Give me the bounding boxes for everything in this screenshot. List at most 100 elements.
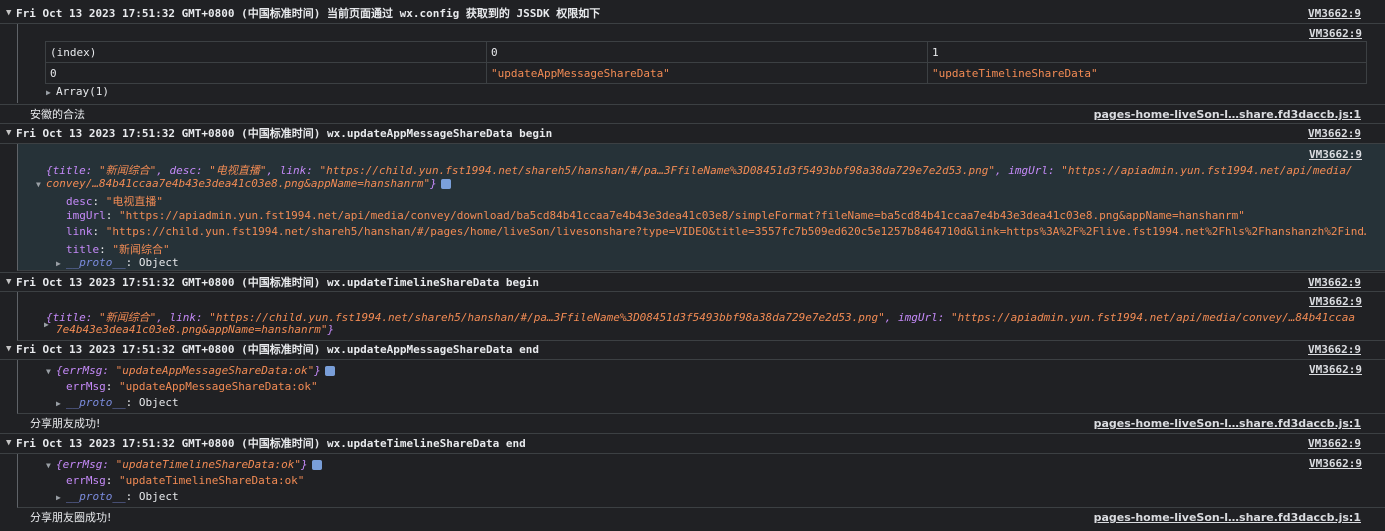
object-proto[interactable]: ▶ __proto__: Object (56, 256, 179, 269)
info-icon[interactable] (440, 179, 451, 189)
source-link[interactable]: VM3662:9 (1309, 457, 1362, 470)
proto-key: __proto__ (66, 256, 126, 269)
source-link[interactable]: VM3662:9 (1308, 273, 1361, 292)
property-key: errMsg (66, 474, 106, 487)
summary-value: convey/…84b41ccaa7e4b43e3dea41c03e8.png&… (46, 177, 431, 190)
object-property[interactable]: link: "https://child.yun.fst1994.net/sha… (66, 225, 1366, 238)
group-title: Fri Oct 13 2023 17:51:32 GMT+0800 (中国标准时… (16, 343, 539, 356)
summary-key: } (301, 458, 308, 471)
console-group-body: VM3662:9 ▼ {errMsg: "updateTimelineShareD… (17, 454, 1385, 508)
table-header-cell[interactable]: (index) (45, 41, 487, 63)
console-group-header[interactable]: ▼ Fri Oct 13 2023 17:51:32 GMT+0800 (中国标… (0, 4, 1385, 24)
console-group-body: VM3662:9 {title: "新闻综合", link: "https://… (17, 292, 1385, 341)
log-text: 安徽的合法 (30, 108, 85, 121)
table-header-row: (index) 0 1 (45, 41, 1367, 63)
summary-key: } (430, 177, 437, 190)
summary-key: } (327, 323, 335, 336)
property-value: "updateAppMessageShareData:ok" (119, 380, 318, 393)
summary-key: , imgUrl: (884, 311, 951, 324)
array-label: Array(1) (56, 85, 109, 98)
console-group-header[interactable]: ▼ Fri Oct 13 2023 17:51:32 GMT+0800 (中国标… (0, 340, 1385, 360)
triangle-down-icon[interactable]: ▼ (36, 180, 46, 189)
source-link[interactable]: pages-home-liveSon-l…share.fd3daccb.js:1 (1094, 414, 1361, 433)
table-row: 0 "updateAppMessageShareData" "updateTim… (45, 62, 1367, 84)
summary-key: , imgUrl: (994, 164, 1062, 177)
object-property[interactable]: errMsg: "updateAppMessageShareData:ok" (66, 380, 318, 393)
object-summary[interactable]: {title: "新闻综合", desc: "电视直播", link: "htt… (46, 162, 1353, 178)
source-link[interactable]: pages-home-liveSon-l…share.fd3daccb.js:1 (1094, 105, 1361, 124)
console-group-header[interactable]: ▼ Fri Oct 13 2023 17:51:32 GMT+0800 (中国标… (0, 272, 1385, 292)
property-key: link (66, 225, 93, 238)
property-value: "https://apiadmin.yun.fst1994.net/api/me… (119, 209, 1245, 222)
array-toggle[interactable]: ▶ Array(1) (46, 85, 109, 98)
triangle-down-icon[interactable]: ▼ (6, 434, 11, 453)
table-header-cell[interactable]: 0 (486, 41, 928, 63)
info-icon[interactable] (311, 460, 322, 470)
proto-value: Object (138, 256, 179, 269)
console-log-message: 分享朋友圈成功! pages-home-liveSon-l…share.fd3d… (0, 508, 1385, 528)
property-value: "新闻综合" (112, 243, 170, 256)
group-title: Fri Oct 13 2023 17:51:32 GMT+0800 (中国标准时… (16, 127, 553, 140)
object-property[interactable]: imgUrl: "https://apiadmin.yun.fst1994.ne… (66, 209, 1245, 222)
summary-value: "新闻综合" (98, 164, 157, 177)
triangle-down-icon[interactable]: ▼ (6, 273, 11, 292)
info-icon[interactable] (324, 366, 335, 376)
console-group-header[interactable]: ▼ Fri Oct 13 2023 17:51:32 GMT+0800 (中国标… (0, 434, 1385, 454)
triangle-right-icon[interactable]: ▶ (56, 259, 66, 268)
property-value: "updateTimelineShareData:ok" (119, 474, 305, 487)
property-value: "电视直播" (105, 195, 163, 208)
triangle-down-icon[interactable]: ▼ (6, 340, 11, 359)
object-property[interactable]: title: "新闻综合" (66, 241, 170, 257)
console-group-body: VM3662:9 {title: "新闻综合", desc: "电视直播", l… (17, 144, 1385, 271)
console-group-header[interactable]: ▼ Fri Oct 13 2023 17:51:32 GMT+0800 (中国标… (0, 124, 1385, 144)
triangle-right-icon[interactable]: ▶ (56, 399, 66, 408)
source-link[interactable]: VM3662:9 (1308, 4, 1361, 23)
summary-key: } (314, 364, 321, 377)
object-property[interactable]: errMsg: "updateTimelineShareData:ok" (66, 474, 304, 487)
property-key: desc (66, 195, 93, 208)
console-group-body: VM3662:9 ▼ {errMsg: "updateAppMessageShar… (17, 360, 1385, 414)
object-summary-continued[interactable]: 7e4b43e3dea41c03e8.png&appName=hanshanrm… (56, 323, 334, 336)
source-link[interactable]: VM3662:9 (1308, 434, 1361, 453)
group-title: Fri Oct 13 2023 17:51:32 GMT+0800 (中国标准时… (16, 437, 526, 450)
source-link[interactable]: VM3662:9 (1309, 148, 1362, 161)
summary-value: "https://apiadmin.yun.fst1994.net/api/me… (950, 311, 1355, 324)
source-link[interactable]: VM3662:9 (1309, 363, 1362, 376)
triangle-right-icon[interactable]: ▶ (44, 317, 54, 330)
triangle-right-icon[interactable]: ▶ (56, 493, 66, 502)
table-cell-index: 0 (45, 62, 487, 84)
source-link[interactable]: VM3662:9 (1308, 124, 1361, 143)
triangle-down-icon[interactable]: ▼ (46, 461, 56, 470)
triangle-down-icon[interactable]: ▼ (6, 4, 11, 23)
table-header-cell[interactable]: 1 (927, 41, 1367, 63)
table-cell: "updateAppMessageShareData" (486, 62, 928, 84)
summary-value: "https://apiadmin.yun.fst1994.net/api/me… (1061, 164, 1353, 177)
object-property[interactable]: desc: "电视直播" (66, 193, 163, 209)
source-link[interactable]: VM3662:9 (1309, 27, 1362, 40)
object-summary-continued[interactable]: ▼ convey/…84b41ccaa7e4b43e3dea41c03e8.png… (36, 177, 451, 190)
summary-value: "updateTimelineShareData:ok" (115, 458, 302, 471)
group-title: Fri Oct 13 2023 17:51:32 GMT+0800 (中国标准时… (16, 276, 539, 289)
object-summary[interactable]: ▼ {errMsg: "updateTimelineShareData:ok"} (46, 458, 322, 471)
summary-key: {errMsg: (56, 364, 116, 377)
object-proto[interactable]: ▶ __proto__: Object (56, 396, 179, 409)
object-proto[interactable]: ▶ __proto__: Object (56, 490, 179, 503)
triangle-right-icon[interactable]: ▶ (46, 88, 56, 97)
summary-value: "updateAppMessageShareData:ok" (115, 364, 315, 377)
console-log-message: 分享朋友成功! pages-home-liveSon-l…share.fd3da… (0, 414, 1385, 434)
summary-value: "电视直播" (209, 164, 267, 177)
proto-key: __proto__ (66, 396, 126, 409)
summary-value: 7e4b43e3dea41c03e8.png&appName=hanshanrm… (56, 323, 328, 336)
source-link[interactable]: VM3662:9 (1309, 295, 1362, 308)
source-link[interactable]: pages-home-liveSon-l…share.fd3daccb.js:1 (1094, 508, 1361, 527)
table-cell: "updateTimelineShareData" (927, 62, 1367, 84)
property-key: title (66, 243, 100, 256)
source-link[interactable]: VM3662:9 (1308, 340, 1361, 359)
proto-value: Object (138, 490, 179, 503)
triangle-down-icon[interactable]: ▼ (6, 124, 11, 143)
proto-key: __proto__ (66, 490, 126, 503)
log-text: 分享朋友圈成功! (30, 511, 112, 524)
object-summary[interactable]: ▼ {errMsg: "updateAppMessageShareData:ok"… (46, 364, 335, 377)
summary-value: "https://child.yun.fst1994.net/shareh5/h… (319, 164, 995, 177)
triangle-down-icon[interactable]: ▼ (46, 367, 56, 376)
